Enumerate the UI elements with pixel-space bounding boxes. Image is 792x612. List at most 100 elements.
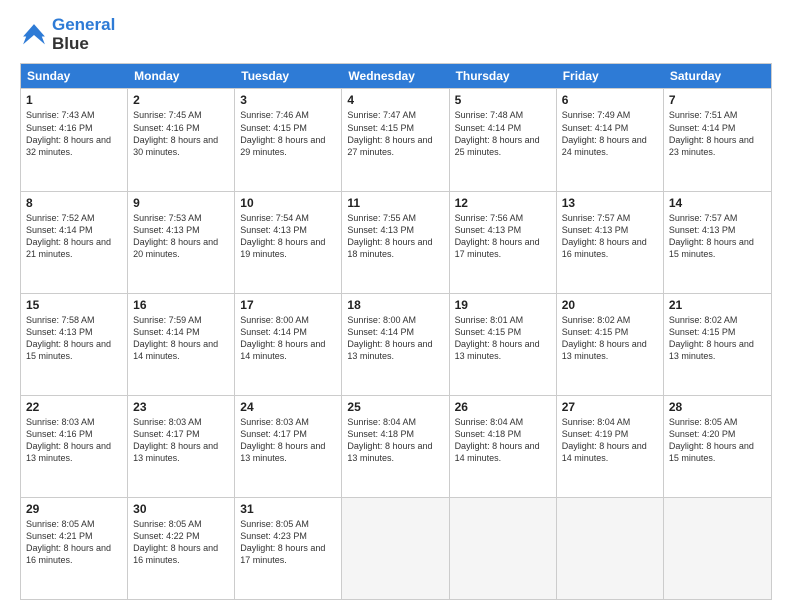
day-cell-28: 28Sunrise: 8:05 AMSunset: 4:20 PMDayligh… — [664, 396, 771, 497]
sunrise-line: Sunrise: 7:49 AM — [562, 109, 658, 121]
day-number: 5 — [455, 93, 551, 107]
sunrise-line: Sunrise: 8:00 AM — [347, 314, 443, 326]
sunrise-line: Sunrise: 7:51 AM — [669, 109, 766, 121]
daylight-line: Daylight: 8 hours and 15 minutes. — [26, 338, 122, 362]
sunset-line: Sunset: 4:23 PM — [240, 530, 336, 542]
sunset-line: Sunset: 4:21 PM — [26, 530, 122, 542]
sunset-line: Sunset: 4:13 PM — [26, 326, 122, 338]
day-cell-24: 24Sunrise: 8:03 AMSunset: 4:17 PMDayligh… — [235, 396, 342, 497]
daylight-line: Daylight: 8 hours and 15 minutes. — [669, 440, 766, 464]
sunrise-line: Sunrise: 8:03 AM — [26, 416, 122, 428]
header: General Blue — [20, 16, 772, 53]
sunset-line: Sunset: 4:13 PM — [347, 224, 443, 236]
day-number: 1 — [26, 93, 122, 107]
day-cell-11: 11Sunrise: 7:55 AMSunset: 4:13 PMDayligh… — [342, 192, 449, 293]
sunset-line: Sunset: 4:17 PM — [133, 428, 229, 440]
sunset-line: Sunset: 4:15 PM — [240, 122, 336, 134]
daylight-line: Daylight: 8 hours and 25 minutes. — [455, 134, 551, 158]
day-cell-10: 10Sunrise: 7:54 AMSunset: 4:13 PMDayligh… — [235, 192, 342, 293]
sunrise-line: Sunrise: 7:43 AM — [26, 109, 122, 121]
header-day-wednesday: Wednesday — [342, 64, 449, 88]
day-cell-4: 4Sunrise: 7:47 AMSunset: 4:15 PMDaylight… — [342, 89, 449, 190]
day-number: 16 — [133, 298, 229, 312]
day-cell-19: 19Sunrise: 8:01 AMSunset: 4:15 PMDayligh… — [450, 294, 557, 395]
day-cell-17: 17Sunrise: 8:00 AMSunset: 4:14 PMDayligh… — [235, 294, 342, 395]
sunrise-line: Sunrise: 8:00 AM — [240, 314, 336, 326]
sunrise-line: Sunrise: 8:02 AM — [669, 314, 766, 326]
logo: General Blue — [20, 16, 115, 53]
calendar: SundayMondayTuesdayWednesdayThursdayFrid… — [20, 63, 772, 600]
day-number: 21 — [669, 298, 766, 312]
day-number: 11 — [347, 196, 443, 210]
daylight-line: Daylight: 8 hours and 16 minutes. — [133, 542, 229, 566]
daylight-line: Daylight: 8 hours and 13 minutes. — [133, 440, 229, 464]
day-number: 2 — [133, 93, 229, 107]
day-number: 24 — [240, 400, 336, 414]
header-day-thursday: Thursday — [450, 64, 557, 88]
day-number: 30 — [133, 502, 229, 516]
daylight-line: Daylight: 8 hours and 20 minutes. — [133, 236, 229, 260]
sunrise-line: Sunrise: 7:58 AM — [26, 314, 122, 326]
daylight-line: Daylight: 8 hours and 14 minutes. — [133, 338, 229, 362]
sunset-line: Sunset: 4:13 PM — [455, 224, 551, 236]
day-number: 10 — [240, 196, 336, 210]
daylight-line: Daylight: 8 hours and 14 minutes. — [562, 440, 658, 464]
day-number: 15 — [26, 298, 122, 312]
day-cell-22: 22 Sunrise: 8:03 AMSunset: 4:16 PMDayligh… — [21, 396, 128, 497]
day-number: 28 — [669, 400, 766, 414]
day-number: 7 — [669, 93, 766, 107]
daylight-line: Daylight: 8 hours and 27 minutes. — [347, 134, 443, 158]
daylight-line: Daylight: 8 hours and 13 minutes. — [562, 338, 658, 362]
day-number: 13 — [562, 196, 658, 210]
daylight-line: Daylight: 8 hours and 16 minutes. — [562, 236, 658, 260]
sunset-line: Sunset: 4:13 PM — [133, 224, 229, 236]
calendar-row-4: 22Sunrise: 8:03 AMSunset: 4:16 PMDayligh… — [21, 395, 771, 497]
daylight-line: Daylight: 8 hours and 32 minutes. — [26, 134, 122, 158]
sunrise-line: Sunrise: 7:55 AM — [347, 212, 443, 224]
logo-icon — [20, 21, 48, 49]
empty-cell — [342, 498, 449, 599]
sunset-line: Sunset: 4:15 PM — [455, 326, 551, 338]
sunset-line: Sunset: 4:18 PM — [455, 428, 551, 440]
sunset-line: Sunset: 4:16 PM — [26, 428, 122, 440]
day-cell-29: 29Sunrise: 8:05 AMSunset: 4:21 PMDayligh… — [21, 498, 128, 599]
sunset-line: Sunset: 4:13 PM — [562, 224, 658, 236]
sunset-line: Sunset: 4:15 PM — [562, 326, 658, 338]
day-cell-31: 31Sunrise: 8:05 AMSunset: 4:23 PMDayligh… — [235, 498, 342, 599]
page: General Blue SundayMondayTuesdayWednesda… — [0, 0, 792, 612]
calendar-body: 1Sunrise: 7:43 AMSunset: 4:16 PMDaylight… — [21, 88, 771, 599]
day-cell-14: 14Sunrise: 7:57 AMSunset: 4:13 PMDayligh… — [664, 192, 771, 293]
day-number: 29 — [26, 502, 122, 516]
sunrise-line: Sunrise: 7:57 AM — [562, 212, 658, 224]
day-cell-1: 1Sunrise: 7:43 AMSunset: 4:16 PMDaylight… — [21, 89, 128, 190]
empty-cell — [450, 498, 557, 599]
day-number: 27 — [562, 400, 658, 414]
day-cell-23: 23Sunrise: 8:03 AMSunset: 4:17 PMDayligh… — [128, 396, 235, 497]
day-cell-8: 8Sunrise: 7:52 AMSunset: 4:14 PMDaylight… — [21, 192, 128, 293]
daylight-line: Daylight: 8 hours and 13 minutes. — [26, 440, 122, 464]
day-number: 12 — [455, 196, 551, 210]
day-number: 4 — [347, 93, 443, 107]
sunset-line: Sunset: 4:22 PM — [133, 530, 229, 542]
day-cell-18: 18Sunrise: 8:00 AMSunset: 4:14 PMDayligh… — [342, 294, 449, 395]
sunrise-line: Sunrise: 7:45 AM — [133, 109, 229, 121]
sunset-line: Sunset: 4:16 PM — [133, 122, 229, 134]
daylight-line: Daylight: 8 hours and 16 minutes. — [26, 542, 122, 566]
daylight-line: Daylight: 8 hours and 21 minutes. — [26, 236, 122, 260]
day-number: 3 — [240, 93, 336, 107]
daylight-line: Daylight: 8 hours and 14 minutes. — [240, 338, 336, 362]
sunset-line: Sunset: 4:15 PM — [669, 326, 766, 338]
sunset-line: Sunset: 4:14 PM — [455, 122, 551, 134]
day-number: 20 — [562, 298, 658, 312]
sunrise-line: Sunrise: 7:46 AM — [240, 109, 336, 121]
day-number: 22 — [26, 400, 122, 414]
daylight-line: Daylight: 8 hours and 14 minutes. — [455, 440, 551, 464]
sunset-line: Sunset: 4:14 PM — [240, 326, 336, 338]
sunrise-line: Sunrise: 8:05 AM — [240, 518, 336, 530]
day-number: 18 — [347, 298, 443, 312]
calendar-row-3: 15Sunrise: 7:58 AMSunset: 4:13 PMDayligh… — [21, 293, 771, 395]
sunset-line: Sunset: 4:13 PM — [669, 224, 766, 236]
sunrise-line: Sunrise: 8:04 AM — [347, 416, 443, 428]
daylight-line: Daylight: 8 hours and 19 minutes. — [240, 236, 336, 260]
empty-cell — [557, 498, 664, 599]
